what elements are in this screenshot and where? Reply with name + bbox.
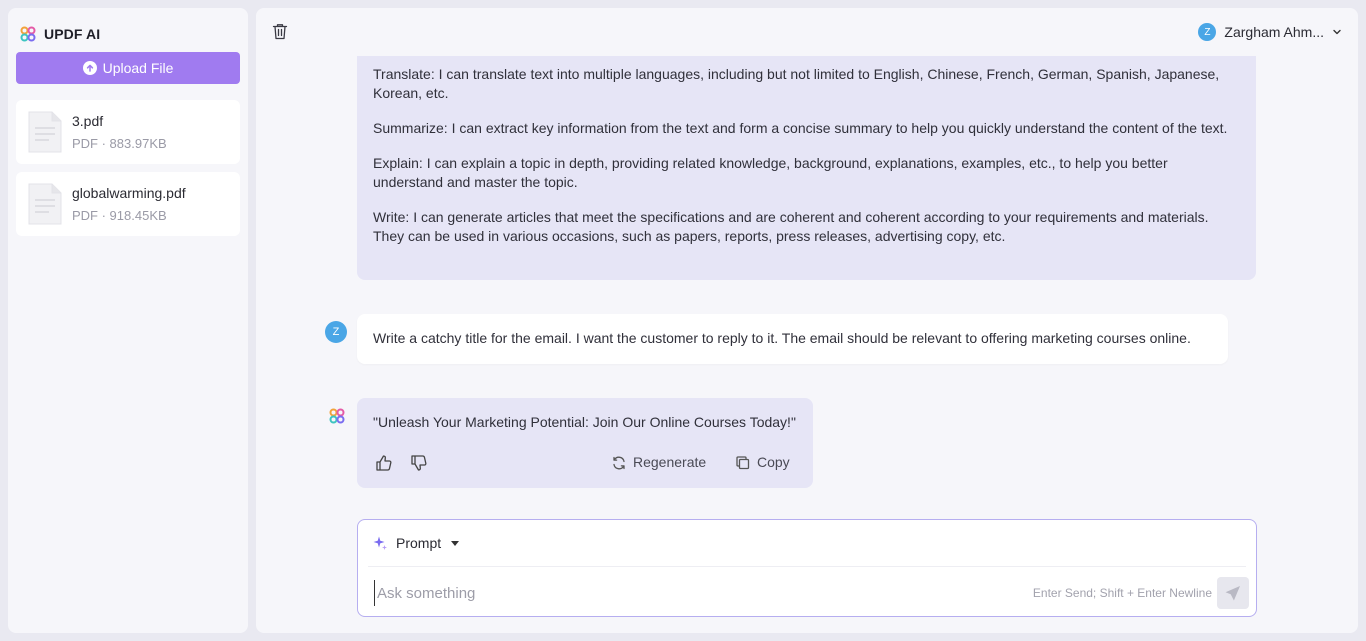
ai-response-message: "Unleash Your Marketing Potential: Join … [357,398,813,488]
response-actions: Regenerate Copy [373,452,797,474]
upload-file-button[interactable]: Upload File [16,52,240,84]
copy-label: Copy [757,454,790,470]
avatar: Z [325,321,347,343]
regenerate-button[interactable]: Regenerate [611,453,706,472]
user-message: Write a catchy title for the email. I wa… [357,314,1228,364]
ai-intro-message: Translate: I can translate text into mul… [357,56,1256,280]
file-item-globalwarming-pdf[interactable]: globalwarming.pdf PDF · 918.45KB [16,172,240,236]
copy-icon [736,455,750,469]
intro-translate: Translate: I can translate text into mul… [373,66,1220,101]
send-button[interactable] [1217,577,1249,609]
user-message-text: Write a catchy title for the email. I wa… [373,330,1191,346]
intro-write: Write: I can generate articles that meet… [373,209,1209,244]
file-meta: PDF · 918.45KB [72,208,167,223]
trash-icon[interactable] [272,23,288,40]
user-name: Zargham Ahm... [1224,24,1324,40]
prompt-label: Prompt [396,535,442,551]
thumbs-down-icon[interactable] [410,454,428,472]
chevron-down-icon [1333,29,1341,35]
user-menu[interactable]: Z Zargham Ahm... [1198,21,1342,43]
prompt-dropdown[interactable]: Prompt [372,533,460,553]
document-icon [28,111,62,153]
send-icon [1225,586,1240,601]
updf-logo-icon [329,408,345,424]
updf-logo-icon [20,26,36,42]
upload-file-label: Upload File [102,60,174,76]
document-icon [28,183,62,225]
message-composer: Prompt Enter Send; Shift + Enter Newline [357,519,1257,617]
file-name: 3.pdf [72,113,104,129]
thumbs-up-icon[interactable] [375,454,393,472]
upload-icon [82,61,97,75]
brand: UPDF AI [20,24,100,44]
file-name: globalwarming.pdf [72,185,186,201]
caret-down-icon [451,540,460,546]
copy-button[interactable]: Copy [735,453,790,472]
keyboard-hint: Enter Send; Shift + Enter Newline [1032,586,1212,600]
sidebar: UPDF AI Upload File 3.pdf PDF · 883.97KB… [8,8,248,633]
file-meta: PDF · 883.97KB [72,136,167,151]
avatar: Z [1198,23,1217,41]
chat-panel: Z Zargham Ahm... Translate: I can transl… [256,8,1358,633]
ai-response-text: "Unleash Your Marketing Potential: Join … [373,414,796,430]
brand-name: UPDF AI [44,26,101,42]
file-item-3-pdf[interactable]: 3.pdf PDF · 883.97KB [16,100,240,164]
refresh-icon [613,456,625,469]
divider [368,566,1246,567]
ask-input[interactable] [374,580,974,606]
regenerate-label: Regenerate [633,454,707,470]
sparkle-icon [373,536,387,550]
intro-explain: Explain: I can explain a topic in depth,… [373,155,1168,190]
intro-summarize: Summarize: I can extract key information… [373,120,1228,136]
